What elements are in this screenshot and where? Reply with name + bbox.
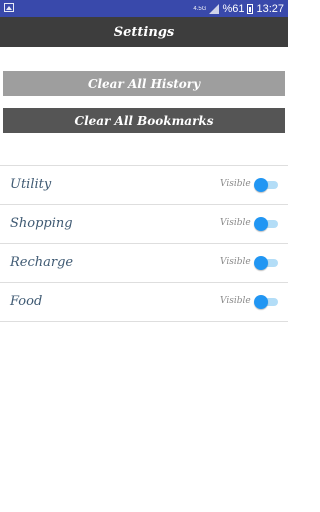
clear-history-label: Clear All History [87, 76, 201, 91]
category-row-utility: Utility Visible [0, 165, 288, 204]
status-time: 13:27 [256, 2, 284, 15]
battery-icon [247, 3, 254, 14]
network-type-label: 4.5G [193, 5, 207, 12]
clear-bookmarks-label: Clear All Bookmarks [74, 113, 214, 128]
category-name: Food [10, 294, 43, 309]
category-row-food: Food Visible [0, 282, 288, 322]
recharge-visibility-toggle[interactable] [254, 256, 278, 270]
category-status: Visible [220, 296, 251, 306]
battery-percent: %61 [222, 2, 245, 15]
category-row-shopping: Shopping Visible [0, 204, 288, 243]
gallery-notification-icon [4, 3, 14, 12]
toggle-thumb [254, 256, 268, 270]
status-bar: 4.5G %61 13:27 [0, 0, 288, 17]
page-title: Settings [113, 24, 175, 40]
category-list: Utility Visible Shopping Visible Recharg… [0, 165, 288, 322]
category-status: Visible [220, 179, 251, 189]
app-bar: Settings [0, 17, 288, 47]
category-name: Utility [10, 177, 52, 192]
status-icons: 4.5G %61 13:27 [193, 1, 284, 16]
toggle-thumb [254, 217, 268, 231]
clear-history-button[interactable]: Clear All History [3, 71, 285, 96]
category-status: Visible [220, 257, 251, 267]
utility-visibility-toggle[interactable] [254, 178, 278, 192]
toggle-thumb [254, 295, 268, 309]
clear-bookmarks-button[interactable]: Clear All Bookmarks [3, 108, 285, 133]
toggle-thumb [254, 178, 268, 192]
category-status: Visible [220, 218, 251, 228]
category-row-recharge: Recharge Visible [0, 243, 288, 282]
food-visibility-toggle[interactable] [254, 295, 278, 309]
category-name: Recharge [10, 255, 74, 270]
category-name: Shopping [10, 216, 73, 231]
shopping-visibility-toggle[interactable] [254, 217, 278, 231]
signal-icon [209, 3, 220, 14]
